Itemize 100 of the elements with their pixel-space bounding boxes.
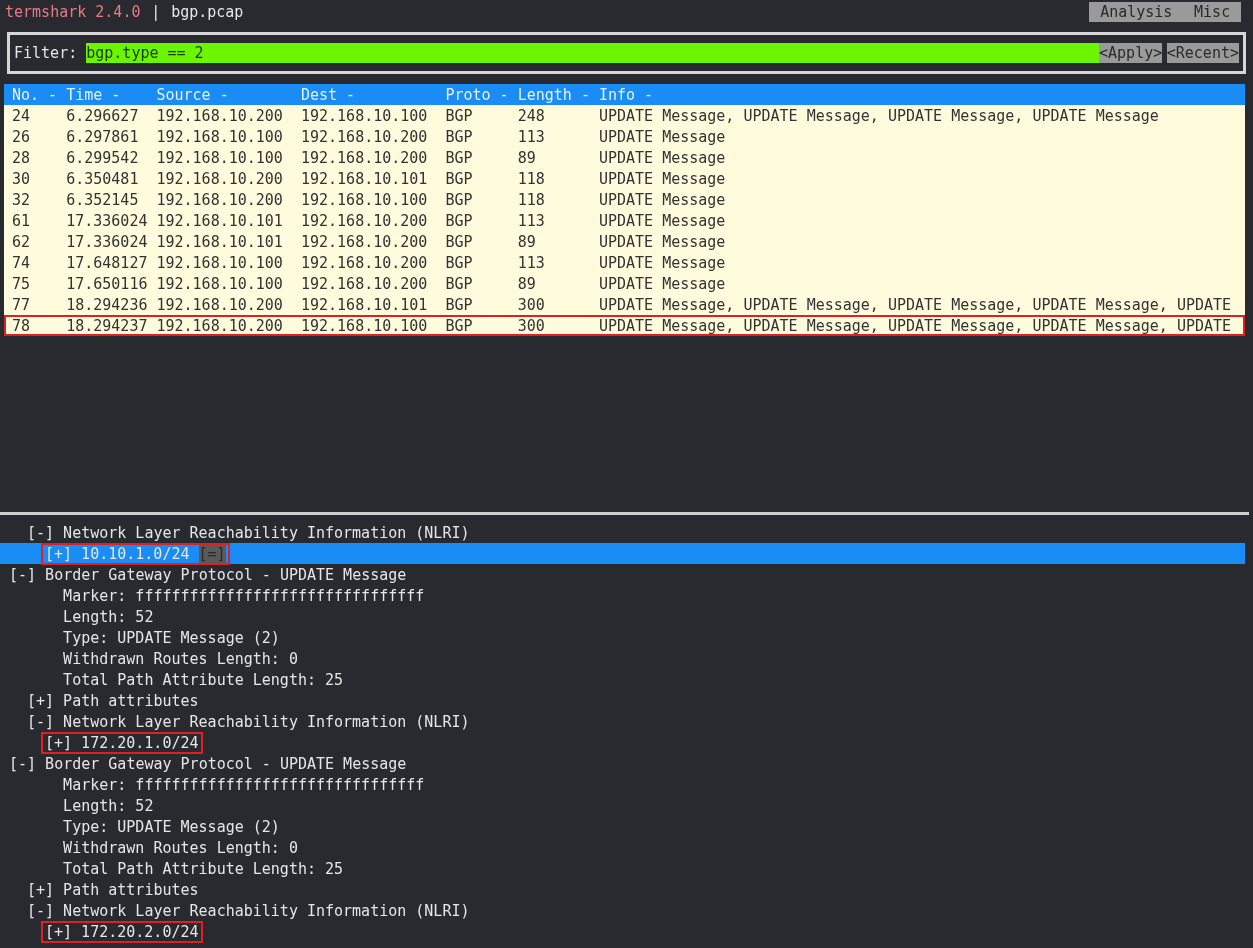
packet-row[interactable]: 24 6.296627 192.168.10.200 192.168.10.100 BGP 248 UPDATE Message, UPDATE Message, UPDATE Message, UPDATE Message (4, 105, 1245, 126)
table-cell-text: 192.168.10.200 (156, 190, 284, 209)
tree-item[interactable]: Network Layer Reachability Information (NLRI) (63, 523, 470, 542)
table-cell-text: 300 (517, 295, 546, 314)
table-cell: UPDATE Message (598, 211, 726, 230)
table-cell-text: 192.168.10.200 (300, 127, 429, 146)
table-cell-text: 18.294236 (66, 295, 149, 314)
table-cell: UPDATE Message (598, 169, 726, 188)
tree-item[interactable]: 172.20.1.0/24 (81, 733, 199, 752)
table-cell-text: 17.336024 (66, 211, 149, 230)
tree-item[interactable]: Marker: ffffffffffffffffffffffffffffffff (63, 775, 425, 794)
table-cell: UPDATE Message (598, 148, 726, 167)
tree-item[interactable]: Border Gateway Protocol - UPDATE Message (45, 565, 407, 584)
table-cell-text: 300 (517, 316, 546, 335)
packet-row[interactable]: 77 18.294236 192.168.10.200 192.168.10.101 BGP 300 UPDATE Message, UPDATE Message, UPDATE Message, UPDATE Message, UPDATE (4, 294, 1245, 315)
field-marker: [=] (198, 544, 226, 563)
app-title: termshark 2.4.0 (5, 3, 141, 21)
packet-row[interactable]: 78 18.294237 192.168.10.200 192.168.10.100 BGP 300 UPDATE Message, UPDATE Message, UPDATE Message, UPDATE Message, UPDATE (4, 315, 1245, 336)
table-cell-text: 192.168.10.100 (156, 253, 284, 272)
packet-row[interactable]: 30 6.350481 192.168.10.200 192.168.10.101 BGP 118 UPDATE Message (4, 168, 1245, 189)
expand-toggle[interactable]: [-] (27, 712, 55, 731)
filter-button[interactable]: <Apply> (1099, 43, 1163, 63)
tree-item[interactable]: Length: 52 (63, 607, 154, 626)
table-cell-text: 192.168.10.200 (156, 316, 284, 335)
table-cell-text: 118 (517, 190, 546, 209)
expand-toggle[interactable]: [-] (9, 565, 37, 584)
table-cell: UPDATE Message (598, 190, 726, 209)
table-cell-text: 192.168.10.200 (156, 295, 284, 314)
tree-item[interactable]: Type: UPDATE Message (2) (63, 817, 280, 836)
table-cell-text: 32 (12, 190, 32, 209)
packet-row[interactable]: 26 6.297861 192.168.10.100 192.168.10.200 BGP 113 UPDATE Message (4, 126, 1245, 147)
table-cell: UPDATE Message, UPDATE Message, UPDATE Message, UPDATE Message, UPDATE (598, 295, 1232, 314)
tree-item[interactable]: Length: 52 (63, 796, 154, 815)
table-cell-text: 61 (12, 211, 32, 230)
tree-item[interactable]: Network Layer Reachability Information (NLRI) (63, 901, 470, 920)
tree-item[interactable]: Withdrawn Routes Length: 0 (63, 649, 298, 668)
table-cell-text: 192.168.10.100 (156, 127, 284, 146)
tree-item[interactable]: Border Gateway Protocol - UPDATE Message (45, 754, 407, 773)
table-cell-text: BGP (445, 211, 474, 230)
expand-toggle[interactable]: [+] (45, 733, 73, 752)
table-cell-text: 192.168.10.200 (156, 106, 284, 125)
filter-input[interactable]: bgp.type == 2 (86, 43, 1100, 63)
packet-row[interactable]: 61 17.336024 192.168.10.101 192.168.10.200 BGP 113 UPDATE Message (4, 210, 1245, 231)
packet-row[interactable]: 62 17.336024 192.168.10.101 192.168.10.200 BGP 89 UPDATE Message (4, 231, 1245, 252)
tree-item[interactable]: Marker: ffffffffffffffffffffffffffffffff (63, 586, 425, 605)
table-cell-text: 89 (517, 274, 537, 293)
packet-row[interactable]: 28 6.299542 192.168.10.100 192.168.10.200 BGP 89 UPDATE Message (4, 147, 1245, 168)
tree-item[interactable]: 172.20.2.0/24 (81, 922, 199, 941)
table-cell: UPDATE Message (598, 274, 726, 293)
table-cell-text: 192.168.10.100 (300, 316, 429, 335)
table-cell-text: BGP (445, 169, 474, 188)
table-cell-text: 248 (517, 106, 546, 125)
tree-item[interactable]: Network Layer Reachability Information (NLRI) (63, 712, 470, 731)
table-cell-text: 192.168.10.101 (300, 169, 429, 188)
table-cell-text: 89 (517, 148, 537, 167)
table-cell-text: 6.296627 (66, 106, 140, 125)
table-cell: UPDATE Message (598, 127, 726, 146)
table-cell-text: 113 (517, 127, 546, 146)
table-cell-text: 192.168.10.200 (300, 274, 429, 293)
table-cell: UPDATE Message (598, 253, 726, 272)
table-cell-text: 192.168.10.100 (300, 190, 429, 209)
table-cell-text: BGP (445, 253, 474, 272)
packet-row[interactable]: 74 17.648127 192.168.10.100 192.168.10.200 BGP 113 UPDATE Message (4, 252, 1245, 273)
expand-toggle[interactable]: [-] (9, 754, 37, 773)
table-cell-text: 192.168.10.100 (156, 148, 284, 167)
table-cell-text: 77 (12, 295, 32, 314)
table-cell-text: 75 (12, 274, 32, 293)
table-cell-text: 26 (12, 127, 32, 146)
file-name: bgp.pcap (171, 3, 244, 21)
table-cell: UPDATE Message (598, 232, 726, 251)
title-separator: | (151, 3, 161, 21)
table-cell-text: BGP (445, 127, 474, 146)
table-cell-text: BGP (445, 295, 474, 314)
table-cell-text: BGP (445, 274, 474, 293)
table-cell-text: 118 (517, 169, 546, 188)
packet-row[interactable]: 75 17.650116 192.168.10.100 192.168.10.200 BGP 89 UPDATE Message (4, 273, 1245, 294)
table-cell-text: 192.168.10.200 (300, 211, 429, 230)
table-cell-text: 62 (12, 232, 32, 251)
filter-button[interactable]: <Recent> (1166, 43, 1239, 63)
table-cell-text: 74 (12, 253, 32, 272)
packet-row[interactable]: 32 6.352145 192.168.10.200 192.168.10.100 BGP 118 UPDATE Message (4, 189, 1245, 210)
expand-toggle[interactable]: [+] (45, 922, 73, 941)
tree-item[interactable]: Total Path Attribute Length: 25 (63, 670, 344, 689)
table-cell-text: 6.350481 (66, 169, 140, 188)
table-cell-text: 192.168.10.101 (300, 295, 429, 314)
expand-toggle[interactable]: [-] (27, 523, 55, 542)
tree-item[interactable]: Withdrawn Routes Length: 0 (63, 838, 298, 857)
expand-toggle[interactable]: [+] (27, 880, 55, 899)
table-cell-text: BGP (445, 148, 474, 167)
table-cell-text: 113 (517, 253, 546, 272)
table-cell-text: 192.168.10.200 (300, 148, 429, 167)
tree-item[interactable]: Total Path Attribute Length: 25 (63, 859, 344, 878)
expand-toggle[interactable]: [-] (27, 901, 55, 920)
table-cell: UPDATE Message, UPDATE Message, UPDATE Message, UPDATE Message (598, 106, 1159, 125)
table-cell-text: 192.168.10.101 (156, 211, 284, 230)
table-cell-text: 6.299542 (66, 148, 140, 167)
expand-toggle[interactable]: [+] (27, 691, 55, 710)
tree-item[interactable]: Path attributes (63, 691, 199, 710)
tree-item[interactable]: Type: UPDATE Message (2) (63, 628, 280, 647)
tree-item[interactable]: Path attributes (63, 880, 199, 899)
